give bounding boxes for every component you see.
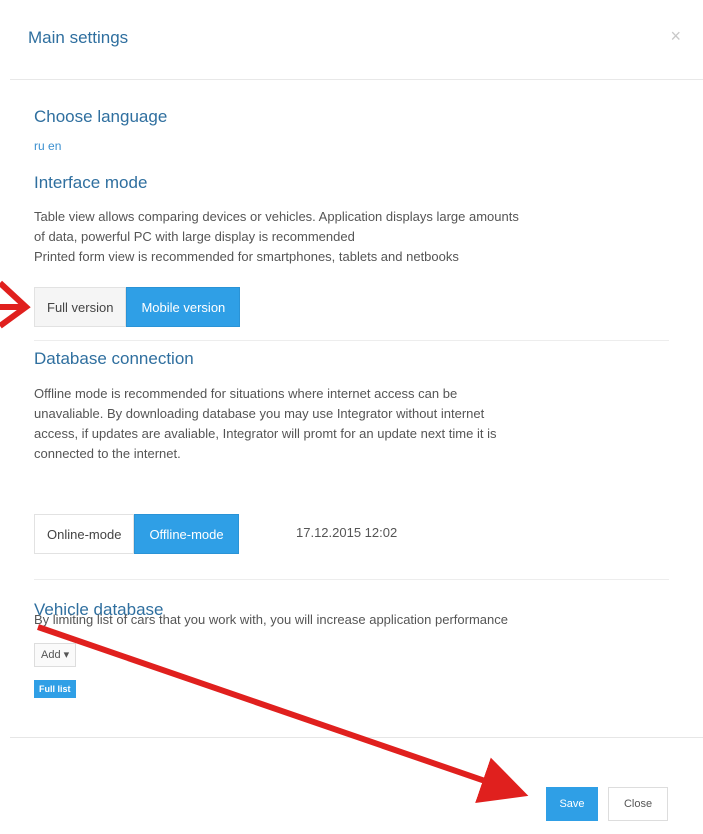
interface-mode-toggle: Full version Mobile version [34,287,241,327]
modal-header: Main settings × [10,0,703,80]
close-icon[interactable]: × [670,26,681,47]
interface-description-line-1: Table view allows comparing devices or v… [34,209,519,224]
language-links: ru en [34,139,61,153]
database-description-line-3: access, if updates are avaliable, Integr… [34,426,497,441]
interface-description-line-2: of data, powerful PC with large display … [34,229,355,244]
interface-mode-heading: Interface mode [34,173,148,192]
add-dropdown-label: Add [41,649,61,661]
full-list-badge[interactable]: Full list [34,680,76,698]
language-link-en[interactable]: en [48,139,61,153]
mobile-version-button[interactable]: Mobile version [126,287,241,327]
add-dropdown[interactable]: Add ▾ [34,643,77,667]
full-version-button[interactable]: Full version [34,287,127,327]
database-connection-heading: Database connection [34,349,194,368]
section-divider [34,340,669,341]
choose-language-heading: Choose language [34,107,168,126]
modal-title: Main settings [28,28,129,47]
caret-down-icon: ▾ [63,649,70,661]
database-description-line-1: Offline mode is recommended for situatio… [34,386,458,401]
close-button[interactable]: Close [608,787,668,821]
connection-mode-toggle: Online-mode Offline-mode [34,514,239,554]
save-button[interactable]: Save [546,787,598,821]
section-divider [34,579,669,580]
database-timestamp: 17.12.2015 12:02 [296,525,398,540]
offline-mode-button[interactable]: Offline-mode [134,514,239,554]
language-link-ru[interactable]: ru [34,139,45,153]
footer-divider [10,737,703,738]
vehicle-description: By limiting list of cars that you work w… [34,612,508,627]
online-mode-button[interactable]: Online-mode [34,514,135,554]
database-description-line-4: connected to the internet. [34,446,181,461]
database-description-line-2: unavaliable. By downloading database you… [34,406,485,421]
interface-description-line-3: Printed form view is recommended for sma… [34,249,459,264]
main-settings-modal: Main settings × Choose language ru en In… [0,0,703,834]
